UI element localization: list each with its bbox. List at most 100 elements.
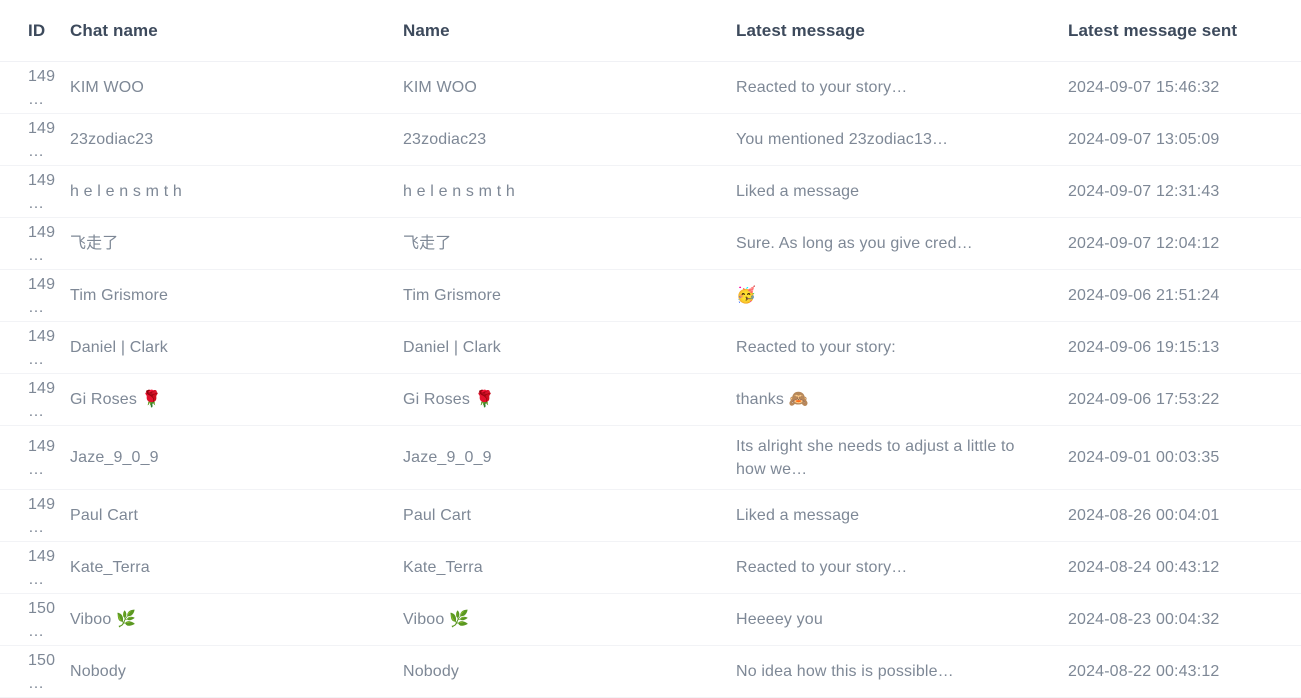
- cell-latest-message-text: You mentioned 23zodiac13…: [736, 131, 949, 148]
- table-body: 149… KIM WOO KIM WOO Reacted to your story……: [0, 61, 1301, 698]
- cell-name: Kate_Terra: [403, 541, 736, 594]
- cell-name: 飞走了: [403, 217, 736, 270]
- cell-id: 149…: [0, 489, 70, 542]
- cell-chat-name: Nobody: [70, 645, 403, 698]
- column-header-latest-message[interactable]: Latest message: [736, 0, 1068, 62]
- cell-name: 23zodiac23: [403, 113, 736, 166]
- cell-name-text: Nobody: [403, 663, 460, 680]
- cell-latest-message-text: 🥳: [736, 287, 757, 304]
- cell-latest-message-sent: 2024-09-07 13:05:09: [1068, 113, 1301, 166]
- cell-latest-message-sent-text: 2024-08-24 00:43:12: [1068, 559, 1220, 576]
- cell-name-text: h e l e n s m t h: [403, 183, 515, 200]
- cell-chat-name-text: 23zodiac23: [70, 131, 154, 148]
- cell-id: 149…: [0, 217, 70, 270]
- cell-latest-message-sent: 2024-09-07 12:04:12: [1068, 217, 1301, 270]
- chat-list-table-container: ID Chat name Name Latest message Latest …: [0, 0, 1301, 698]
- table-row[interactable]: 150… Viboo 🌿 Viboo 🌿 Heeeey you 2024-08-23 0…: [0, 593, 1301, 646]
- cell-latest-message-sent-text: 2024-08-22 00:43:12: [1068, 663, 1220, 680]
- cell-latest-message: Reacted to your story…: [736, 541, 1068, 594]
- table-row[interactable]: 149… 飞走了 飞走了 Sure. As long as you give cred…: [0, 217, 1301, 270]
- cell-chat-name: Viboo 🌿: [70, 593, 403, 646]
- cell-id-text: 149…: [28, 275, 56, 316]
- cell-latest-message-sent-text: 2024-09-06 21:51:24: [1068, 287, 1220, 304]
- cell-latest-message: No idea how this is possible…: [736, 645, 1068, 698]
- cell-latest-message-sent: 2024-08-26 00:04:01: [1068, 489, 1301, 542]
- cell-name-text: Gi Roses 🌹: [403, 391, 495, 408]
- cell-chat-name-text: Kate_Terra: [70, 559, 150, 576]
- cell-id-text: 149…: [28, 327, 56, 368]
- cell-latest-message: You mentioned 23zodiac13…: [736, 113, 1068, 166]
- cell-latest-message-text: No idea how this is possible…: [736, 663, 954, 680]
- table-row[interactable]: 150… Nobody Nobody No idea how this is poss…: [0, 645, 1301, 698]
- cell-latest-message-sent: 2024-09-01 00:03:35: [1068, 425, 1301, 490]
- cell-chat-name-text: Viboo 🌿: [70, 611, 137, 628]
- cell-id: 149…: [0, 373, 70, 426]
- cell-latest-message-sent-text: 2024-08-23 00:04:32: [1068, 611, 1220, 628]
- cell-latest-message-text: thanks 🙈: [736, 391, 809, 408]
- table-row[interactable]: 149… KIM WOO KIM WOO Reacted to your story……: [0, 61, 1301, 114]
- cell-latest-message-text: Heeeey you: [736, 611, 823, 628]
- table-row[interactable]: 149… Paul Cart Paul Cart Liked a message 202…: [0, 489, 1301, 542]
- column-header-id[interactable]: ID: [0, 0, 70, 62]
- cell-name-text: Jaze_9_0_9: [403, 449, 492, 466]
- cell-latest-message-sent-text: 2024-09-06 19:15:13: [1068, 339, 1220, 356]
- cell-id-text: 150…: [28, 599, 56, 640]
- cell-latest-message-sent: 2024-09-06 17:53:22: [1068, 373, 1301, 426]
- cell-chat-name: Kate_Terra: [70, 541, 403, 594]
- cell-latest-message-sent-text: 2024-09-07 15:46:32: [1068, 79, 1220, 96]
- cell-name: Jaze_9_0_9: [403, 425, 736, 490]
- cell-chat-name: 飞走了: [70, 217, 403, 270]
- cell-latest-message: thanks 🙈: [736, 373, 1068, 426]
- cell-latest-message-sent-text: 2024-09-07 12:31:43: [1068, 183, 1220, 200]
- column-header-chat-name[interactable]: Chat name: [70, 0, 403, 62]
- cell-name-text: KIM WOO: [403, 79, 477, 96]
- cell-latest-message-text: Sure. As long as you give cred…: [736, 235, 973, 252]
- cell-latest-message-sent-text: 2024-09-07 13:05:09: [1068, 131, 1220, 148]
- cell-id-text: 149…: [28, 171, 56, 212]
- cell-latest-message: 🥳: [736, 269, 1068, 322]
- table-header: ID Chat name Name Latest message Latest …: [0, 0, 1301, 62]
- cell-chat-name: h e l e n s m t h: [70, 165, 403, 218]
- cell-name: Tim Grismore: [403, 269, 736, 322]
- cell-latest-message-sent: 2024-08-22 00:43:12: [1068, 645, 1301, 698]
- cell-chat-name-text: 飞走了: [70, 235, 119, 252]
- cell-id-text: 149…: [28, 119, 56, 160]
- table-row[interactable]: 149… Daniel | Clark Daniel | Clark Reacted …: [0, 321, 1301, 374]
- table-row[interactable]: 149… Gi Roses 🌹 Gi Roses 🌹 thanks 🙈 2024-09-…: [0, 373, 1301, 426]
- cell-chat-name: 23zodiac23: [70, 113, 403, 166]
- cell-id: 149…: [0, 113, 70, 166]
- cell-chat-name-text: KIM WOO: [70, 79, 144, 96]
- cell-name-text: Daniel | Clark: [403, 339, 501, 356]
- column-header-name[interactable]: Name: [403, 0, 736, 62]
- cell-id-text: 149…: [28, 495, 56, 536]
- table-row[interactable]: 149… 23zodiac23 23zodiac23 You mentioned 23…: [0, 113, 1301, 166]
- cell-chat-name: Paul Cart: [70, 489, 403, 542]
- cell-id-text: 149…: [28, 67, 56, 108]
- cell-latest-message-sent: 2024-09-07 15:46:32: [1068, 61, 1301, 114]
- cell-name-text: Viboo 🌿: [403, 611, 470, 628]
- cell-chat-name: Tim Grismore: [70, 269, 403, 322]
- cell-latest-message: Its alright she needs to adjust a little…: [736, 425, 1068, 490]
- table-row[interactable]: 149… Jaze_9_0_9 Jaze_9_0_9 Its alright she …: [0, 425, 1301, 490]
- cell-latest-message-sent: 2024-09-06 19:15:13: [1068, 321, 1301, 374]
- column-header-latest-message-sent[interactable]: Latest message sent: [1068, 0, 1301, 62]
- cell-chat-name-text: Daniel | Clark: [70, 339, 168, 356]
- table-row[interactable]: 149… Tim Grismore Tim Grismore 🥳 2024-09-06 …: [0, 269, 1301, 322]
- cell-id-text: 150…: [28, 651, 56, 692]
- cell-latest-message: Liked a message: [736, 489, 1068, 542]
- table-row[interactable]: 149… h e l e n s m t h h e l e n s m t h Li…: [0, 165, 1301, 218]
- cell-name-text: 23zodiac23: [403, 131, 487, 148]
- cell-id: 150…: [0, 593, 70, 646]
- cell-latest-message-sent: 2024-09-07 12:31:43: [1068, 165, 1301, 218]
- cell-name: KIM WOO: [403, 61, 736, 114]
- cell-id: 149…: [0, 425, 70, 490]
- cell-name-text: Kate_Terra: [403, 559, 483, 576]
- cell-latest-message: Liked a message: [736, 165, 1068, 218]
- cell-chat-name-text: Tim Grismore: [70, 287, 169, 304]
- cell-id: 149…: [0, 269, 70, 322]
- cell-name-text: 飞走了: [403, 235, 452, 252]
- cell-id: 150…: [0, 645, 70, 698]
- chat-list-table: ID Chat name Name Latest message Latest …: [0, 0, 1301, 698]
- cell-latest-message-sent-text: 2024-09-06 17:53:22: [1068, 391, 1220, 408]
- table-row[interactable]: 149… Kate_Terra Kate_Terra Reacted to your …: [0, 541, 1301, 594]
